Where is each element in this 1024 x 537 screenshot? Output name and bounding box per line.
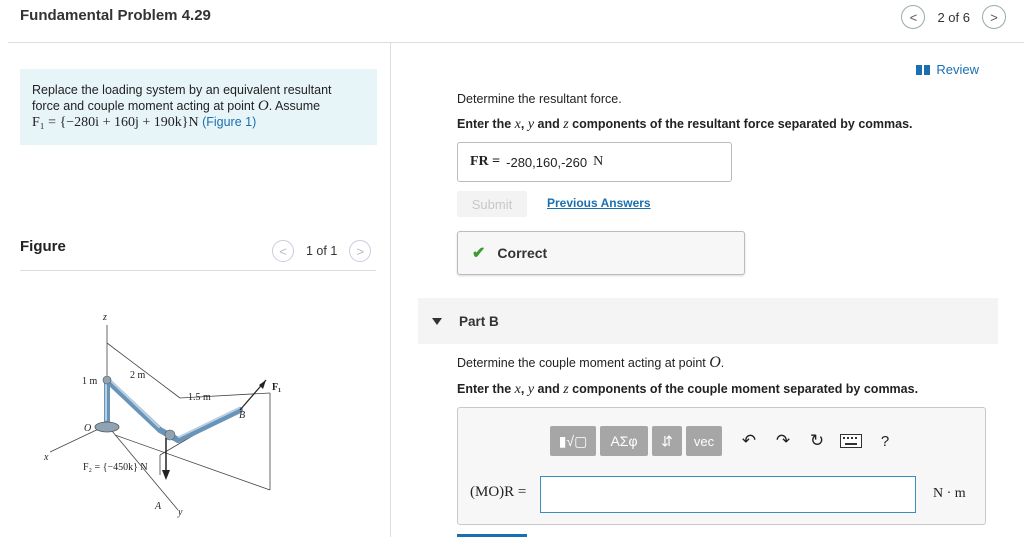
next-problem-button[interactable]: > — [982, 5, 1006, 29]
figure-divider — [20, 270, 376, 271]
instruction-text: Enter the — [457, 117, 515, 131]
keyboard-glyph — [840, 434, 862, 448]
part-a-answer-box: FR = -280,160,-260 N — [457, 142, 732, 182]
review-label: Review — [936, 62, 979, 77]
book-icon — [916, 64, 931, 75]
dim-1-5m: 1.5 m — [188, 392, 211, 403]
pipe-segment — [104, 377, 163, 433]
label-y: y — [177, 507, 183, 518]
part-b-instruction: Enter the x, y and z components of the c… — [457, 382, 918, 398]
problem-line-1: Replace the loading system by an equival… — [32, 83, 332, 97]
part-a-question: Determine the resultant force. — [457, 92, 622, 106]
instruction-text: Enter the — [457, 382, 515, 396]
correct-feedback: ✔ Correct — [457, 231, 745, 275]
elbow-joint — [102, 375, 112, 385]
pipe — [104, 377, 243, 443]
keyboard-icon[interactable] — [836, 426, 866, 456]
previous-answers-link[interactable]: Previous Answers — [547, 196, 651, 210]
figure-pager-text: 1 of 1 — [306, 244, 338, 258]
answer-unit: N — [593, 154, 604, 169]
part-a-instruction: Enter the x, y and z components of the r… — [457, 117, 913, 133]
moment-input-label: (MO)R = — [470, 484, 527, 500]
instruction-text: components of the couple moment separate… — [568, 382, 919, 396]
moment-answer-input[interactable] — [540, 476, 916, 513]
review-link[interactable]: Review — [916, 62, 979, 77]
question-text: Determine the couple moment acting at po… — [457, 356, 710, 370]
part-b-question: Determine the couple moment acting at po… — [457, 354, 724, 372]
label-x: x — [43, 452, 49, 463]
label-b: B — [239, 410, 245, 421]
instruction-text: , — [520, 117, 528, 131]
answer-symbol: FR = — [470, 154, 501, 169]
reset-icon[interactable]: ↻ — [802, 426, 832, 456]
math-toolbar: ▮√▢ ΑΣφ ⇵ vec ↶ ↷ ↻ ? — [550, 426, 900, 456]
pipe-highlight — [178, 407, 240, 438]
prev-problem-button[interactable]: < — [901, 5, 926, 29]
dim-2m: 2 m — [130, 370, 146, 381]
chevron-right-icon: > — [356, 243, 365, 259]
redo-icon[interactable]: ↷ — [768, 426, 798, 456]
point-o: O — [257, 98, 269, 114]
label-a: A — [154, 501, 162, 512]
submit-button[interactable]: Submit — [457, 191, 527, 217]
problem-pager: < 2 of 6 > — [901, 5, 1006, 29]
label-f1: F₁ — [272, 382, 281, 393]
question-end: . — [720, 356, 725, 370]
figure-heading: Figure — [20, 238, 66, 255]
figure-pager: < 1 of 1 > — [272, 240, 372, 262]
header-divider — [8, 42, 1024, 43]
figure-link[interactable]: (Figure 1) — [202, 115, 256, 129]
base-flange — [94, 421, 120, 433]
part-b-header[interactable]: Part B — [418, 298, 998, 344]
moment-unit: N · m — [933, 486, 966, 501]
dim-1m: 1 m — [82, 376, 98, 387]
checkmark-icon: ✔ — [472, 245, 486, 262]
problem-line-2: force and couple moment acting at point … — [32, 98, 365, 114]
problem-pager-text: 2 of 6 — [937, 9, 970, 25]
problem-line-2-text: force and couple moment acting at point — [32, 99, 258, 113]
answer-value: -280,160,-260 — [506, 154, 588, 170]
greek-button[interactable]: ΑΣφ — [600, 426, 648, 456]
chevron-left-icon: < — [279, 243, 287, 259]
problem-statement: Replace the loading system by an equival… — [20, 69, 377, 145]
column-divider — [390, 42, 391, 537]
f2-arrowhead — [162, 470, 170, 480]
instruction-text: , — [520, 382, 528, 396]
pipe-highlight — [108, 378, 160, 428]
label-o: O — [84, 423, 91, 434]
problem-title: Fundamental Problem 4.29 — [20, 7, 211, 24]
next-figure-button[interactable]: > — [349, 240, 372, 262]
templates-button[interactable]: ▮√▢ — [550, 426, 596, 456]
problem-line-3: F₁ = {−280i + 160j + 190k}N (Figure 1) — [32, 114, 365, 131]
vec-button[interactable]: vec — [686, 426, 722, 456]
part-b-label: Part B — [459, 313, 499, 329]
pipe-assembly-figure: z x y O A B 1 m 2 m 1.5 m F₁ F₂ = {−450k… — [43, 312, 281, 518]
instruction-text: components of the resultant force separa… — [568, 117, 913, 131]
math-editor: ▮√▢ ΑΣφ ⇵ vec ↶ ↷ ↻ ? (MO)R = N · m — [457, 407, 986, 525]
help-icon[interactable]: ? — [870, 426, 900, 456]
instruction-text: and — [534, 382, 564, 396]
chevron-right-icon: > — [990, 9, 998, 25]
pipe-segment — [175, 407, 243, 443]
instruction-text: and — [534, 117, 564, 131]
correct-label: Correct — [497, 245, 548, 261]
subscript-button[interactable]: ⇵ — [652, 426, 682, 456]
label-z: z — [102, 312, 107, 323]
point-o: O — [709, 354, 721, 371]
collapse-triangle-icon — [432, 317, 442, 325]
undo-icon[interactable]: ↶ — [734, 426, 764, 456]
prev-figure-button[interactable]: < — [272, 240, 294, 262]
problem-line-2-end: . Assume — [268, 99, 321, 113]
force-expression: F₁ = {−280i + 160j + 190k}N — [32, 115, 199, 130]
label-f2: F₂ = {−450k} N — [83, 462, 148, 473]
chevron-left-icon: < — [909, 9, 918, 25]
